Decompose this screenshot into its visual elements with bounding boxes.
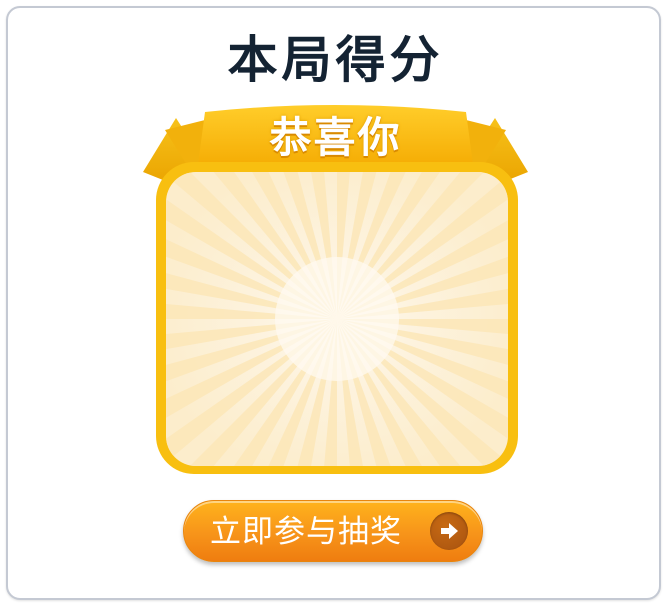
congrats-text: 恭喜你: [269, 113, 402, 162]
lottery-button-label: 立即参与抽奖: [210, 514, 402, 550]
lottery-button[interactable]: 立即参与抽奖: [183, 500, 483, 562]
arrow-right-icon: [430, 512, 468, 550]
center-glow: [275, 257, 399, 381]
